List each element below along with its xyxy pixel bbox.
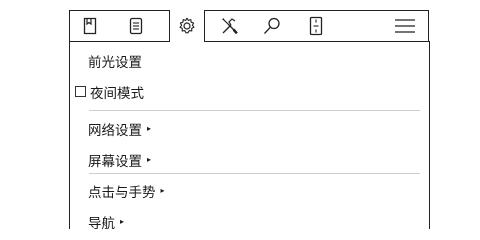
document-icon bbox=[129, 17, 143, 35]
page-icon bbox=[309, 16, 323, 36]
tab-settings[interactable] bbox=[169, 10, 205, 42]
menu-item-network[interactable]: 网络设置 ▸ bbox=[88, 113, 151, 144]
settings-panel: 前光设置 夜间模式 网络设置 ▸ 屏幕设置 ▸ 点击与手势 ▸ 导航 ▸ bbox=[69, 10, 431, 232]
bookmark-icon bbox=[83, 17, 97, 35]
menu-item-screen[interactable]: 屏幕设置 ▸ bbox=[88, 144, 151, 175]
tab-document[interactable] bbox=[119, 10, 153, 41]
toolbar-divider-left bbox=[69, 41, 169, 42]
tab-tools[interactable] bbox=[212, 10, 248, 41]
menu-item-label: 夜间模式 bbox=[90, 85, 144, 102]
menu-button[interactable] bbox=[390, 10, 420, 41]
gear-icon bbox=[177, 16, 197, 36]
night-mode-checkbox[interactable] bbox=[75, 86, 86, 97]
hamburger-menu-icon bbox=[394, 18, 416, 34]
search-icon bbox=[262, 16, 282, 36]
panel-left-border bbox=[69, 41, 70, 229]
menu-separator bbox=[89, 173, 420, 174]
menu-item-label: 导航 bbox=[88, 215, 115, 232]
menu-separator bbox=[89, 110, 420, 111]
menu-item-label: 前光设置 bbox=[88, 54, 142, 71]
menu-item-taps-gestures[interactable]: 点击与手势 ▸ bbox=[88, 175, 165, 206]
menu-item-label: 点击与手势 bbox=[88, 184, 156, 201]
tools-icon bbox=[220, 16, 240, 36]
menu-item-label: 网络设置 bbox=[88, 122, 142, 139]
panel-right-border bbox=[429, 41, 430, 229]
menu-item-label: 屏幕设置 bbox=[88, 153, 142, 170]
tab-search[interactable] bbox=[255, 10, 289, 41]
submenu-arrow-icon: ▸ bbox=[160, 186, 165, 195]
menu-item-frontlight[interactable]: 前光设置 bbox=[88, 45, 142, 76]
tab-page[interactable] bbox=[301, 10, 331, 41]
menu-item-navigation[interactable]: 导航 ▸ bbox=[88, 206, 124, 237]
submenu-arrow-icon: ▸ bbox=[147, 155, 152, 164]
submenu-arrow-icon: ▸ bbox=[120, 217, 125, 226]
submenu-arrow-icon: ▸ bbox=[147, 124, 152, 133]
menu-item-night-mode[interactable]: 夜间模式 bbox=[75, 76, 144, 107]
tab-bookmarks[interactable] bbox=[73, 10, 107, 41]
toolbar-divider-right bbox=[203, 41, 430, 42]
